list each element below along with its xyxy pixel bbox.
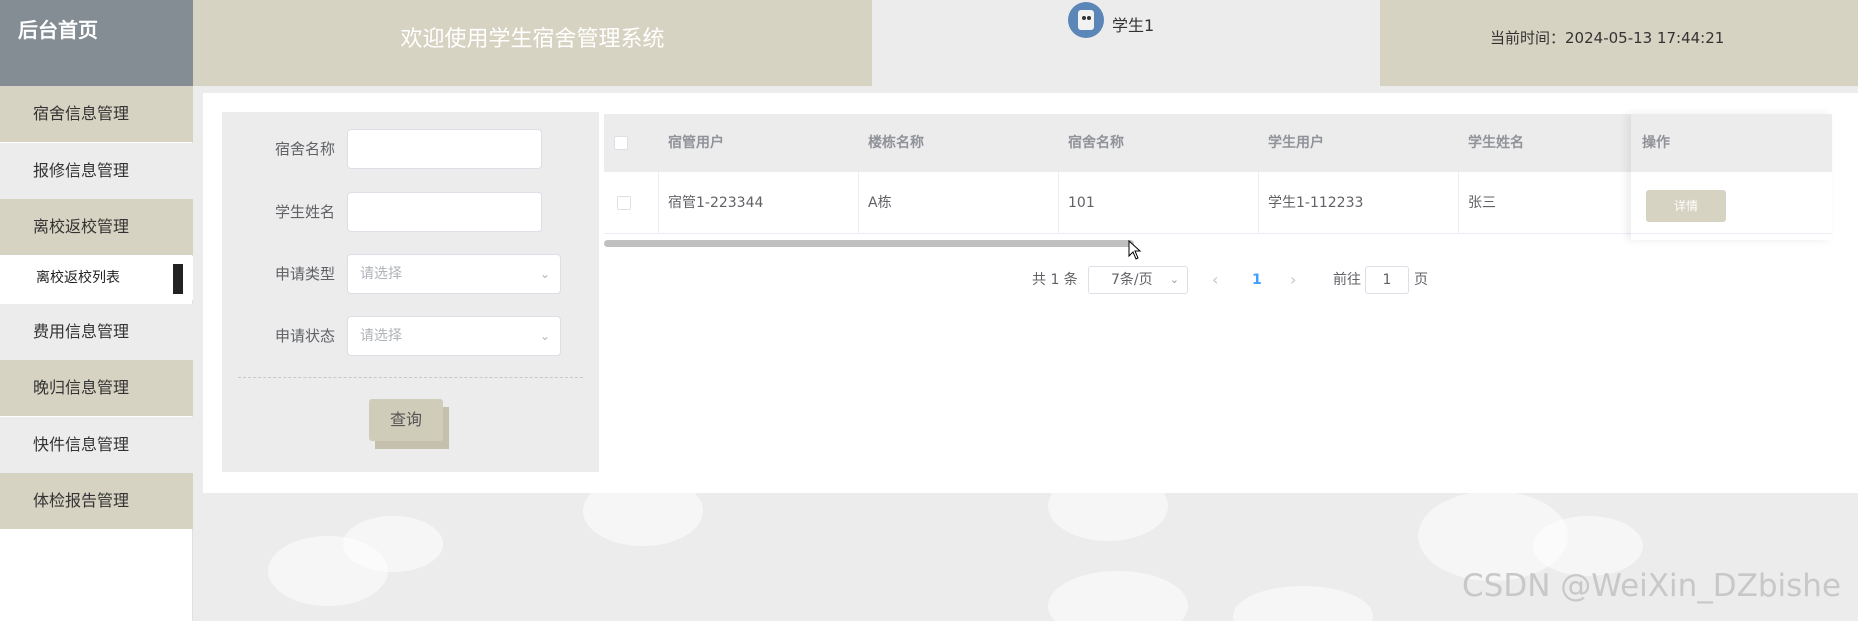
apply-type-label: 申请类型 <box>275 265 336 283</box>
column-header[interactable]: 宿舍名称 <box>1068 114 1124 172</box>
form-row-apply-status: 申请状态 请选择 ⌄ <box>222 316 599 356</box>
column-divider <box>1258 172 1259 234</box>
sidebar-item-fee-info[interactable]: 费用信息管理 <box>0 304 193 360</box>
data-table: 宿管用户 楼栋名称 宿舍名称 学生用户 学生姓名 操作 宿管1-223344 A… <box>604 114 1832 240</box>
cell-student-name: 张三 <box>1468 195 1496 211</box>
sidebar-item-repair-info[interactable]: 报修信息管理 <box>0 143 193 199</box>
top-header: 后台首页 欢迎使用学生宿舍管理系统 学生1 当前时间：2024-05-13 17… <box>0 0 1858 86</box>
sidebar-subitem-leave-return-list[interactable]: 离校返校列表 <box>0 256 193 300</box>
avatar-face <box>1078 10 1094 30</box>
page-suffix: 页 <box>1414 272 1428 288</box>
welcome-text: 欢迎使用学生宿舍管理系统 <box>400 27 665 52</box>
divider <box>238 377 583 378</box>
sidebar: 宿舍信息管理 报修信息管理 离校返校管理 离校返校列表 费用信息管理 晚归信息管… <box>0 86 193 621</box>
form-row-apply-type: 申请类型 请选择 ⌄ <box>222 254 599 294</box>
page-size-value: 7条/页 <box>1111 272 1153 288</box>
active-indicator <box>173 264 183 294</box>
cell-building-name: A栋 <box>868 195 892 211</box>
welcome-banner: 欢迎使用学生宿舍管理系统 <box>193 0 872 86</box>
cell-dorm-manager: 宿管1-223344 <box>668 195 764 211</box>
avatar-eye-left <box>1082 16 1086 20</box>
dorm-name-label: 宿舍名称 <box>275 140 336 158</box>
mouse-cursor-icon <box>1128 240 1142 260</box>
column-header[interactable]: 宿管用户 <box>668 114 724 172</box>
page-number-current[interactable]: 1 <box>1252 266 1262 294</box>
goto-label: 前往 <box>1333 272 1361 288</box>
apply-type-placeholder: 请选择 <box>360 266 402 282</box>
sidebar-item-health-report[interactable]: 体检报告管理 <box>0 473 193 529</box>
sidebar-item-parcel-info[interactable]: 快件信息管理 <box>0 417 193 473</box>
user-name[interactable]: 学生1 <box>1112 12 1154 36</box>
row-checkbox[interactable] <box>617 196 631 210</box>
form-row-student-name: 学生姓名 <box>222 192 599 232</box>
watermark: CSDN @WeiXin_DZbishe <box>1462 568 1842 604</box>
home-title[interactable]: 后台首页 <box>18 14 98 43</box>
bg-bubble <box>1048 571 1188 621</box>
time-panel: 当前时间：2024-05-13 17:44:21 <box>1380 0 1858 86</box>
column-header[interactable]: 学生姓名 <box>1468 114 1524 172</box>
apply-status-label: 申请状态 <box>275 327 336 345</box>
column-header[interactable]: 学生用户 <box>1268 114 1324 172</box>
logo-block[interactable]: 后台首页 <box>0 0 193 86</box>
column-divider <box>1058 172 1059 234</box>
chevron-down-icon: ⌄ <box>539 267 550 281</box>
dorm-name-input[interactable] <box>347 129 542 169</box>
apply-status-select[interactable]: 请选择 ⌄ <box>347 316 561 356</box>
sidebar-item-dorm-info[interactable]: 宿舍信息管理 <box>0 86 193 142</box>
apply-type-select[interactable]: 请选择 ⌄ <box>347 254 561 294</box>
query-button[interactable]: 查询 <box>369 399 443 441</box>
column-divider <box>1458 172 1459 234</box>
cell-student-user: 学生1-112233 <box>1268 195 1364 211</box>
sidebar-item-leave-return[interactable]: 离校返校管理 <box>0 199 193 255</box>
student-name-input[interactable] <box>347 192 542 232</box>
bg-bubble <box>268 536 388 606</box>
page-size-select[interactable]: 7条/页 ⌄ <box>1088 266 1188 294</box>
avatar[interactable] <box>1068 2 1104 38</box>
avatar-eye-right <box>1087 16 1091 20</box>
horizontal-scrollbar[interactable] <box>604 240 1134 247</box>
current-time: 当前时间：2024-05-13 17:44:21 <box>1490 27 1724 48</box>
bg-bubble <box>1533 516 1643 576</box>
current-time-value: 2024-05-13 17:44:21 <box>1565 29 1725 47</box>
column-header[interactable]: 楼栋名称 <box>868 114 924 172</box>
chevron-down-icon: ⌄ <box>539 329 550 343</box>
next-page-icon[interactable]: › <box>1290 266 1296 294</box>
bg-bubble <box>1233 586 1373 621</box>
student-name-label: 学生姓名 <box>275 203 336 221</box>
form-row-dorm-name: 宿舍名称 <box>222 129 599 169</box>
current-time-label: 当前时间： <box>1490 29 1566 47</box>
column-divider <box>658 172 659 234</box>
detail-button[interactable]: 详情 <box>1646 190 1726 222</box>
total-count: 共 1 条 <box>1032 272 1078 288</box>
column-divider <box>858 172 859 234</box>
search-panel: 宿舍名称 学生姓名 申请类型 请选择 ⌄ 申请状态 请选择 ⌄ 查询 <box>222 112 599 472</box>
cell-dorm-name: 101 <box>1068 195 1095 211</box>
chevron-down-icon: ⌄ <box>1169 273 1179 286</box>
apply-status-placeholder: 请选择 <box>360 328 402 344</box>
goto-page-input[interactable]: 1 <box>1365 266 1409 294</box>
sidebar-subitem-label: 离校返校列表 <box>36 270 120 286</box>
sidebar-item-late-return[interactable]: 晚归信息管理 <box>0 360 193 416</box>
select-all-checkbox[interactable] <box>614 136 628 150</box>
prev-page-icon[interactable]: ‹ <box>1212 266 1218 294</box>
user-info[interactable]: 学生1 <box>872 0 1380 86</box>
